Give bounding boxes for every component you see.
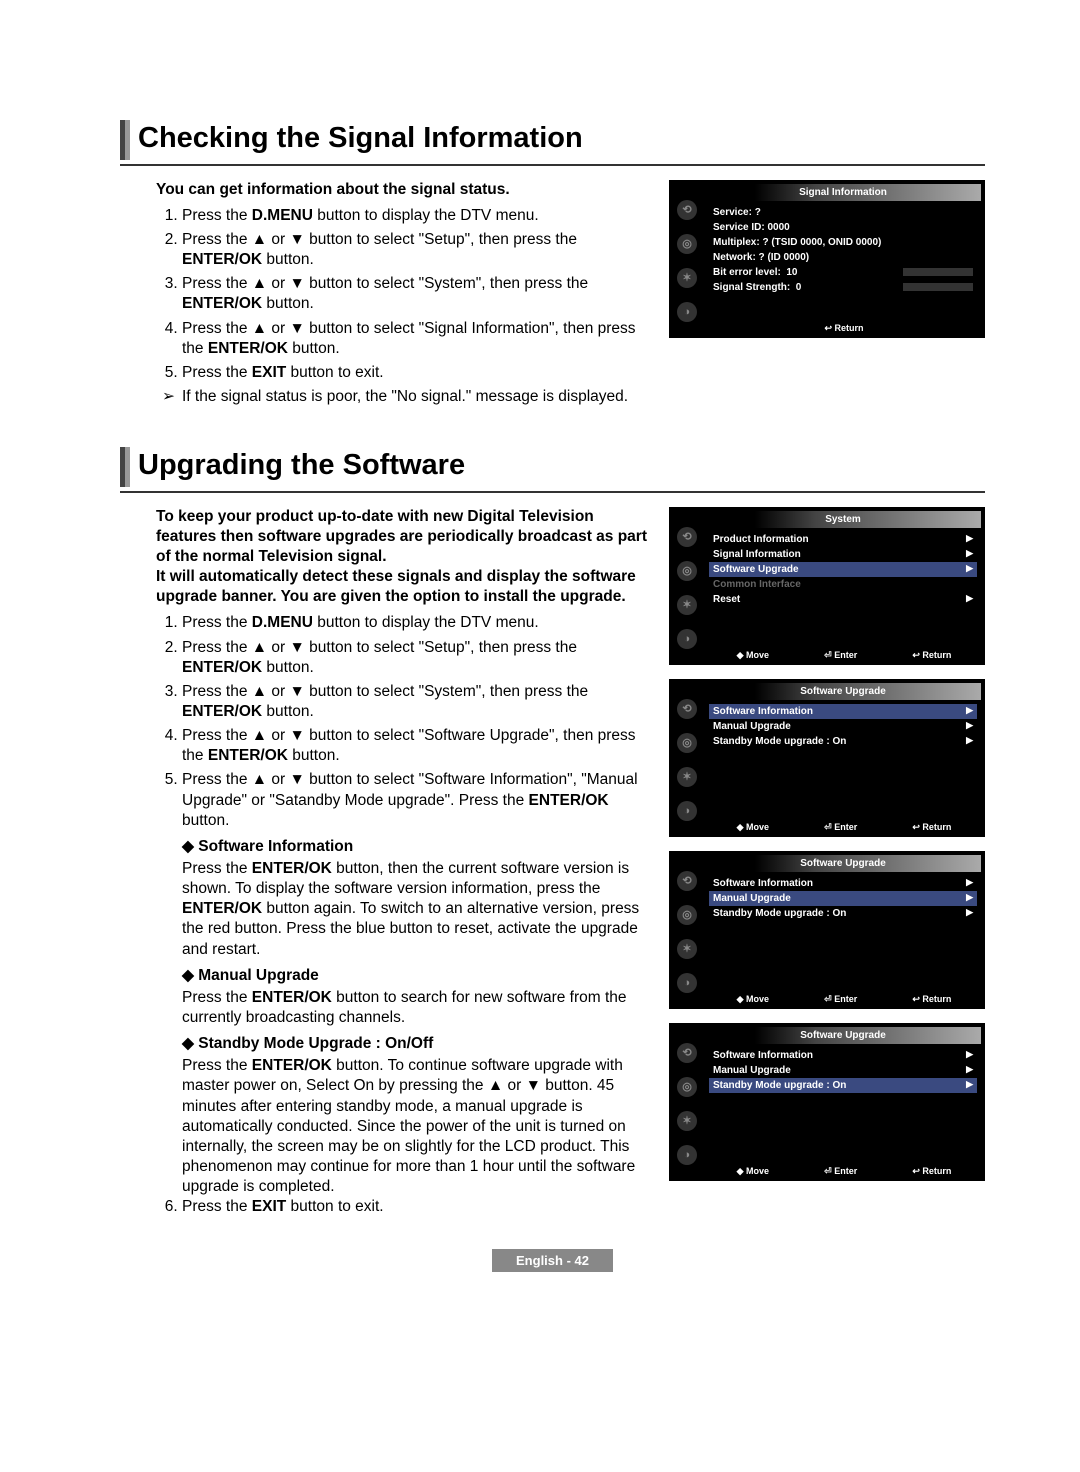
osd-strength: Signal Strength: 0 xyxy=(709,280,977,295)
sec1-intro: You can get information about the signal… xyxy=(120,180,649,200)
step: Press the ▲ or ▼ button to select "Setup… xyxy=(182,230,649,270)
sec1-text: You can get information about the signal… xyxy=(120,180,649,407)
osd-item-selected: Standby Mode upgrade : On▶ xyxy=(709,1078,977,1093)
osd-item-dim: Common Interface xyxy=(709,577,977,592)
osd-item: Signal Information▶ xyxy=(709,547,977,562)
osd-line: Network: ? (ID 0000) xyxy=(709,250,977,265)
osd-item: Manual Upgrade▶ xyxy=(709,1063,977,1078)
sub-manual-upgrade: Manual Upgrade Press the ENTER/OK button… xyxy=(182,966,649,1028)
osd-title: System xyxy=(705,511,981,528)
osd-signal-info: ⟲◎✶◑ Signal Information Service: ? Servi… xyxy=(669,180,985,338)
sec1-note: If the signal status is poor, the "No si… xyxy=(120,387,649,407)
osd-item: Reset▶ xyxy=(709,592,977,607)
osd-software-upgrade-2: ⟲◎✶◑ Software Upgrade Software Informati… xyxy=(669,851,985,1009)
osd-item: Standby Mode upgrade : On▶ xyxy=(709,906,977,921)
step: Press the ▲ or ▼ button to select "Signa… xyxy=(182,319,649,359)
sec2-intro: To keep your product up-to-date with new… xyxy=(120,507,649,608)
osd-item: Software Information▶ xyxy=(709,876,977,891)
osd-item: Standby Mode upgrade : On▶ xyxy=(709,734,977,749)
osd-item-selected: Manual Upgrade▶ xyxy=(709,891,977,906)
osd-return: ↩ Return xyxy=(824,323,863,335)
sec1-steps: Press the D.MENU button to display the D… xyxy=(156,206,649,383)
osd-software-upgrade-1: ⟲◎✶◑ Software Upgrade Software Informati… xyxy=(669,679,985,837)
osd-line: Multiplex: ? (TSID 0000, ONID 0000) xyxy=(709,235,977,250)
sec2-step6: Press the EXIT button to exit. xyxy=(156,1197,649,1217)
osd-item: Software Information▶ xyxy=(709,1048,977,1063)
sec2-text: To keep your product up-to-date with new… xyxy=(120,507,649,1222)
osd-item: Product Information▶ xyxy=(709,532,977,547)
step: Press the D.MENU button to display the D… xyxy=(182,206,649,226)
osd-system: ⟲◎✶◑ System Product Information▶ Signal … xyxy=(669,507,985,665)
step: Press the D.MENU button to display the D… xyxy=(182,613,649,633)
osd-line: Service: ? xyxy=(709,205,977,220)
step: Press the EXIT button to exit. xyxy=(182,1197,649,1217)
sub-software-info: Software Information Press the ENTER/OK … xyxy=(182,837,649,960)
page-footer: English - 42 xyxy=(120,1251,985,1271)
heading-software-upgrade: Upgrading the Software xyxy=(120,447,985,493)
step: Press the ▲ or ▼ button to select "Syste… xyxy=(182,682,649,722)
osd-item: Manual Upgrade▶ xyxy=(709,719,977,734)
heading-signal-info: Checking the Signal Information xyxy=(120,120,985,166)
osd-item-selected: Software Information▶ xyxy=(709,704,977,719)
sec2-steps: Press the D.MENU button to display the D… xyxy=(156,613,649,830)
osd-software-upgrade-3: ⟲◎✶◑ Software Upgrade Software Informati… xyxy=(669,1023,985,1181)
sub-standby-mode: Standby Mode Upgrade : On/Off Press the … xyxy=(182,1034,649,1197)
step: Press the ▲ or ▼ button to select "Softw… xyxy=(182,770,649,830)
osd-title: Signal Information xyxy=(705,184,981,201)
osd-line: Service ID: 0000 xyxy=(709,220,977,235)
osd-bit-error: Bit error level: 10 xyxy=(709,265,977,280)
step: Press the EXIT button to exit. xyxy=(182,363,649,383)
step: Press the ▲ or ▼ button to select "Softw… xyxy=(182,726,649,766)
step: Press the ▲ or ▼ button to select "Syste… xyxy=(182,274,649,314)
step: Press the ▲ or ▼ button to select "Setup… xyxy=(182,638,649,678)
osd-item-selected: Software Upgrade▶ xyxy=(709,562,977,577)
